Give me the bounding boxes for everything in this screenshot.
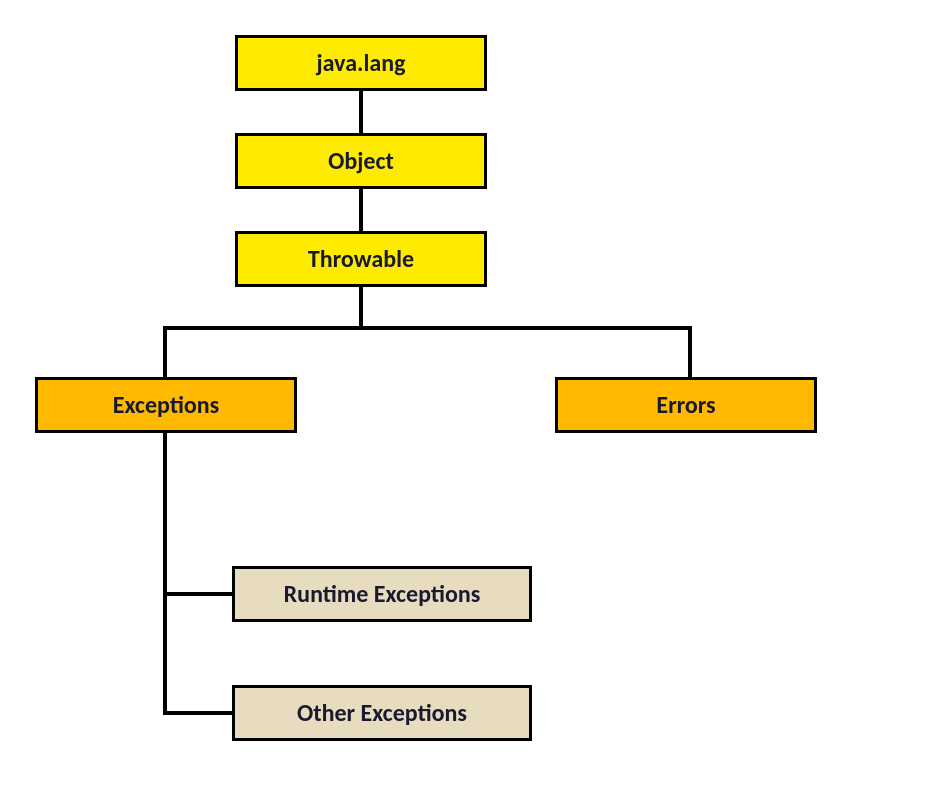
node-object-label: Object bbox=[328, 147, 394, 176]
connector-throwable-horizontal bbox=[163, 326, 692, 330]
node-other: Other Exceptions bbox=[232, 685, 532, 741]
node-errors: Errors bbox=[555, 377, 817, 433]
connector-javalang-object bbox=[359, 91, 363, 133]
node-throwable: Throwable bbox=[235, 231, 487, 287]
node-throwable-label: Throwable bbox=[308, 245, 414, 274]
node-runtime-label: Runtime Exceptions bbox=[284, 580, 481, 609]
connector-to-runtime bbox=[163, 592, 232, 596]
node-javalang: java.lang bbox=[235, 35, 487, 91]
node-object: Object bbox=[235, 133, 487, 189]
node-javalang-label: java.lang bbox=[317, 49, 406, 78]
node-errors-label: Errors bbox=[656, 391, 715, 420]
connector-exceptions-down bbox=[163, 433, 167, 715]
connector-object-throwable bbox=[359, 189, 363, 231]
connector-throwable-down bbox=[359, 287, 363, 329]
connector-to-other bbox=[163, 711, 232, 715]
node-exceptions: Exceptions bbox=[35, 377, 297, 433]
node-exceptions-label: Exceptions bbox=[113, 391, 220, 420]
connector-to-errors bbox=[688, 326, 692, 377]
node-runtime: Runtime Exceptions bbox=[232, 566, 532, 622]
node-other-label: Other Exceptions bbox=[297, 699, 467, 728]
connector-to-exceptions bbox=[163, 326, 167, 377]
